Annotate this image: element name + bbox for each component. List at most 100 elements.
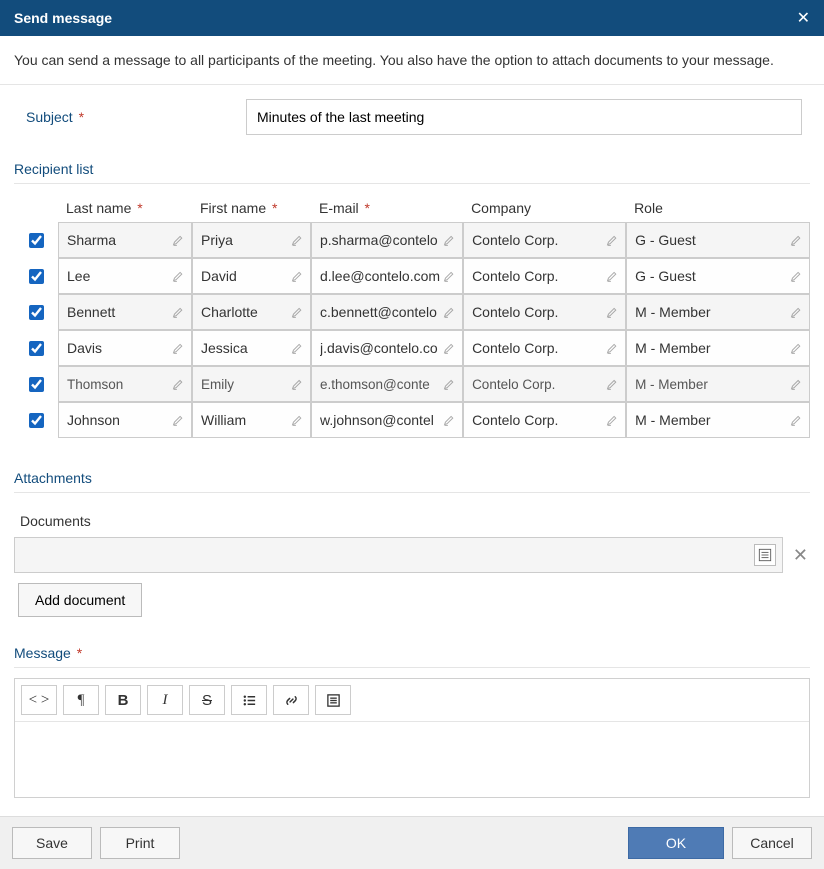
close-icon[interactable]: ✕ bbox=[797, 8, 810, 28]
edit-icon[interactable] bbox=[169, 411, 187, 429]
recipient-checkbox[interactable] bbox=[29, 341, 44, 356]
bullet-list-icon[interactable] bbox=[231, 685, 267, 715]
cancel-button[interactable]: Cancel bbox=[732, 827, 812, 859]
edit-icon[interactable] bbox=[787, 231, 805, 249]
documents-row: ✕ bbox=[14, 537, 810, 573]
edit-icon[interactable] bbox=[603, 375, 621, 393]
edit-icon[interactable] bbox=[440, 231, 458, 249]
edit-icon[interactable] bbox=[440, 375, 458, 393]
col-first-name[interactable]: First name * bbox=[192, 194, 311, 222]
cell-role[interactable]: M - Member bbox=[626, 366, 810, 402]
cell-first-name[interactable]: Charlotte bbox=[192, 294, 311, 330]
edit-icon[interactable] bbox=[288, 303, 306, 321]
table-row: Bennett Charlottec.bennett@contelo Contelo… bbox=[14, 294, 810, 330]
recipient-header-row: Last name * First name * E-mail * Compan… bbox=[14, 194, 810, 222]
cell-email[interactable]: d.lee@contelo.com bbox=[311, 258, 463, 294]
recipient-checkbox[interactable] bbox=[29, 233, 44, 248]
edit-icon[interactable] bbox=[288, 411, 306, 429]
edit-icon[interactable] bbox=[787, 375, 805, 393]
cell-email[interactable]: p.sharma@contelo bbox=[311, 222, 463, 258]
edit-icon[interactable] bbox=[169, 375, 187, 393]
cell-email[interactable]: e.thomson@conte bbox=[311, 366, 463, 402]
recipient-checkbox[interactable] bbox=[29, 377, 44, 392]
ok-button[interactable]: OK bbox=[628, 827, 724, 859]
align-icon[interactable] bbox=[315, 685, 351, 715]
cell-value: Contelo Corp. bbox=[472, 304, 603, 320]
print-button[interactable]: Print bbox=[100, 827, 180, 859]
col-email[interactable]: E-mail * bbox=[311, 194, 463, 222]
documents-field[interactable] bbox=[14, 537, 783, 573]
cell-first-name[interactable]: David bbox=[192, 258, 311, 294]
edit-icon[interactable] bbox=[169, 231, 187, 249]
recipient-checkbox[interactable] bbox=[29, 413, 44, 428]
cell-email[interactable]: w.johnson@contel bbox=[311, 402, 463, 438]
cell-last-name[interactable]: Thomson bbox=[58, 366, 192, 402]
cell-last-name[interactable]: Davis bbox=[58, 330, 192, 366]
edit-icon[interactable] bbox=[440, 339, 458, 357]
edit-icon[interactable] bbox=[288, 267, 306, 285]
edit-icon[interactable] bbox=[603, 303, 621, 321]
cell-role[interactable]: M - Member bbox=[626, 330, 810, 366]
cell-value: Contelo Corp. bbox=[472, 412, 603, 428]
remove-document-icon[interactable]: ✕ bbox=[791, 545, 810, 566]
cell-last-name[interactable]: Lee bbox=[58, 258, 192, 294]
edit-icon[interactable] bbox=[169, 303, 187, 321]
edit-icon[interactable] bbox=[440, 267, 458, 285]
edit-icon[interactable] bbox=[603, 339, 621, 357]
cell-company[interactable]: Contelo Corp. bbox=[463, 258, 626, 294]
cell-company[interactable]: Contelo Corp. bbox=[463, 366, 626, 402]
edit-icon[interactable] bbox=[169, 267, 187, 285]
cell-first-name[interactable]: William bbox=[192, 402, 311, 438]
cell-company[interactable]: Contelo Corp. bbox=[463, 222, 626, 258]
cell-first-name[interactable]: Priya bbox=[192, 222, 311, 258]
edit-icon[interactable] bbox=[440, 303, 458, 321]
save-button[interactable]: Save bbox=[12, 827, 92, 859]
strikethrough-button[interactable]: S bbox=[189, 685, 225, 715]
cell-value: Bennett bbox=[67, 304, 169, 320]
cell-role[interactable]: M - Member bbox=[626, 402, 810, 438]
cell-last-name[interactable]: Bennett bbox=[58, 294, 192, 330]
paragraph-icon[interactable]: ¶ bbox=[63, 685, 99, 715]
edit-icon[interactable] bbox=[787, 303, 805, 321]
edit-icon[interactable] bbox=[603, 231, 621, 249]
italic-button[interactable]: I bbox=[147, 685, 183, 715]
cell-email[interactable]: j.davis@contelo.co bbox=[311, 330, 463, 366]
cell-company[interactable]: Contelo Corp. bbox=[463, 330, 626, 366]
cell-value: Thomson bbox=[67, 377, 169, 392]
edit-icon[interactable] bbox=[603, 267, 621, 285]
edit-icon[interactable] bbox=[288, 339, 306, 357]
edit-icon[interactable] bbox=[787, 411, 805, 429]
edit-icon[interactable] bbox=[603, 411, 621, 429]
edit-icon[interactable] bbox=[787, 339, 805, 357]
edit-icon[interactable] bbox=[169, 339, 187, 357]
source-code-icon[interactable]: < > bbox=[21, 685, 57, 715]
col-last-name[interactable]: Last name * bbox=[58, 194, 192, 222]
cell-first-name[interactable]: Emily bbox=[192, 366, 311, 402]
link-icon[interactable] bbox=[273, 685, 309, 715]
cell-last-name[interactable]: Johnson bbox=[58, 402, 192, 438]
document-picker-icon[interactable] bbox=[754, 544, 776, 566]
cell-last-name[interactable]: Sharma bbox=[58, 222, 192, 258]
cell-role[interactable]: G - Guest bbox=[626, 222, 810, 258]
subject-input[interactable] bbox=[246, 99, 802, 135]
edit-icon[interactable] bbox=[440, 411, 458, 429]
cell-first-name[interactable]: Jessica bbox=[192, 330, 311, 366]
edit-icon[interactable] bbox=[787, 267, 805, 285]
col-role[interactable]: Role bbox=[626, 194, 810, 222]
cell-role[interactable]: M - Member bbox=[626, 294, 810, 330]
bold-button[interactable]: B bbox=[105, 685, 141, 715]
col-company[interactable]: Company bbox=[463, 194, 626, 222]
cell-email[interactable]: c.bennett@contelo bbox=[311, 294, 463, 330]
recipient-checkbox[interactable] bbox=[29, 305, 44, 320]
documents-label: Documents bbox=[14, 503, 810, 537]
cell-role[interactable]: G - Guest bbox=[626, 258, 810, 294]
attachments-title: Attachments bbox=[14, 464, 810, 493]
recipient-checkbox[interactable] bbox=[29, 269, 44, 284]
table-row: DavisJessicaj.davis@contelo.coContelo Co… bbox=[14, 330, 810, 366]
add-document-button[interactable]: Add document bbox=[18, 583, 142, 617]
cell-company[interactable]: Contelo Corp. bbox=[463, 294, 626, 330]
message-body[interactable] bbox=[15, 722, 809, 797]
cell-company[interactable]: Contelo Corp. bbox=[463, 402, 626, 438]
edit-icon[interactable] bbox=[288, 375, 306, 393]
edit-icon[interactable] bbox=[288, 231, 306, 249]
